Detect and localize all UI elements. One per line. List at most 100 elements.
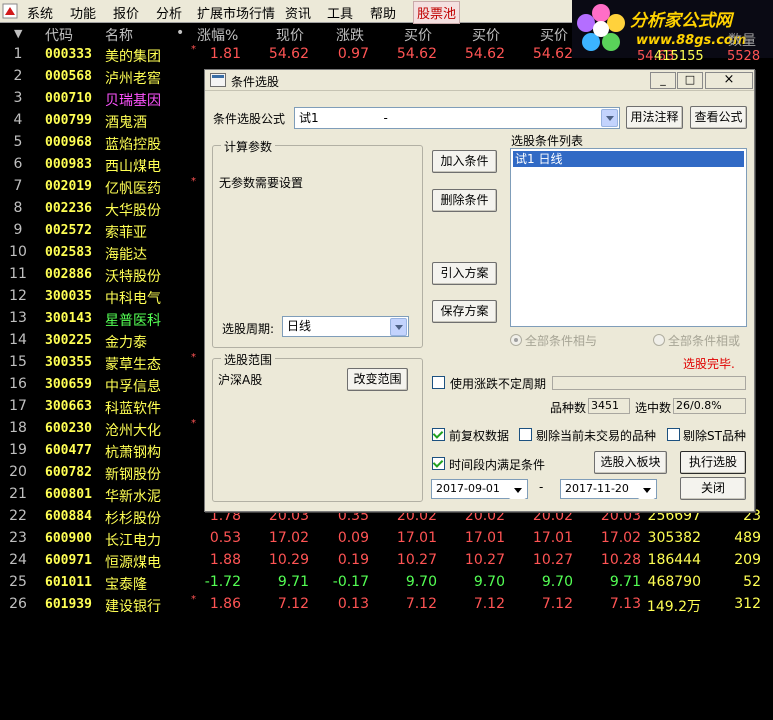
radio-all-or[interactable]	[653, 334, 665, 346]
cell-sell: 9.71	[609, 574, 641, 590]
progress-bar	[552, 376, 746, 390]
condition-list[interactable]: 试1 日线	[510, 148, 747, 327]
menu-info[interactable]: 资讯	[285, 3, 311, 22]
maximize-button[interactable]: □	[677, 72, 703, 89]
stock-name: 华新水泥	[105, 489, 161, 505]
window-icon	[210, 73, 226, 87]
header-code[interactable]: 代码	[45, 25, 73, 45]
header-pct[interactable]: 涨幅%	[197, 25, 238, 45]
header-bid[interactable]: 买价	[404, 25, 432, 45]
row-mark: *	[191, 176, 196, 187]
stock-name: 沧州大化	[105, 423, 161, 439]
stock-name: 中科电气	[105, 291, 161, 307]
run-selection-button[interactable]: 执行选股	[680, 451, 746, 474]
selected-label: 选中数	[635, 401, 672, 415]
cell-chg: 0.09	[337, 530, 369, 546]
delete-condition-button[interactable]: 删除条件	[432, 189, 497, 212]
stock-code: 600477	[45, 443, 92, 458]
header-name[interactable]: 名称	[105, 25, 133, 45]
preadjust-checkbox[interactable]	[432, 428, 445, 441]
sort-arrow-icon[interactable]: ▼	[14, 27, 22, 40]
row-number: 22	[9, 508, 27, 524]
cell-pct: 1.81	[209, 46, 241, 62]
close-window-button[interactable]: ×	[705, 72, 753, 89]
app-logo-icon	[2, 3, 18, 19]
formula-select[interactable]: 试1 -	[294, 107, 620, 129]
cell-ask: 54.62	[464, 46, 505, 62]
stock-code: 600230	[45, 421, 92, 436]
condition-select-dialog: 条件选股 _ □ × 条件选股公式 试1 - 用法注释 查看公式 计算参数 无参…	[204, 69, 755, 512]
stock-name: 建设银行	[105, 599, 161, 615]
dialog-title: 条件选股	[231, 75, 280, 89]
close-button[interactable]: 关闭	[680, 477, 746, 500]
stock-name: 索菲亚	[105, 225, 147, 241]
stock-name: 泸州老窖	[105, 71, 161, 87]
cell-chg: 0.13	[337, 596, 369, 612]
uncertain-period-checkbox[interactable]	[432, 376, 445, 389]
stock-code: 300225	[45, 333, 92, 348]
menu-extended-market[interactable]: 扩展市场行情	[197, 3, 275, 22]
row-number: 9	[13, 222, 23, 238]
cell-bid: 9.70	[405, 574, 437, 590]
table-row[interactable]: 25 601011 宝泰隆 -1.72 9.71 -0.17 9.70 9.70 9.70 9.7…	[0, 572, 773, 594]
header-change[interactable]: 涨跌	[336, 25, 364, 45]
date-to-picker[interactable]: 2017-11-20	[560, 479, 657, 499]
count-field: 3451	[588, 398, 630, 414]
menu-analysis[interactable]: 分析	[156, 3, 182, 22]
change-range-button[interactable]: 改变范围	[347, 368, 408, 391]
usage-note-button[interactable]: 用法注释	[626, 106, 683, 129]
menu-quote[interactable]: 报价	[113, 3, 139, 22]
table-row[interactable]: 26 601939 建设银行 * 1.86 7.12 0.13 7.12 7.12 7.12 7.1…	[0, 594, 773, 616]
header-ask[interactable]: 买价	[472, 25, 500, 45]
menu-system[interactable]: 系统	[27, 3, 53, 22]
range-group-title: 选股范围	[221, 351, 276, 368]
chevron-down-icon[interactable]	[638, 481, 655, 499]
add-to-board-button[interactable]: 选股入板块	[594, 451, 667, 474]
cell-pct: 1.86	[209, 596, 241, 612]
period-select[interactable]: 日线	[282, 316, 409, 337]
stock-code: 600971	[45, 553, 92, 568]
exclude-st-checkbox[interactable]	[667, 428, 680, 441]
save-plan-button[interactable]: 保存方案	[432, 300, 497, 323]
view-formula-button[interactable]: 查看公式	[690, 106, 747, 129]
stock-name: 恒源煤电	[105, 555, 161, 571]
table-row[interactable]: 23 600900 长江电力 0.53 17.02 0.09 17.01 17.01 17.01…	[0, 528, 773, 550]
table-row[interactable]: 24 600971 恒源煤电 1.88 10.29 0.19 10.27 10.27 10.27…	[0, 550, 773, 572]
menu-function[interactable]: 功能	[70, 3, 96, 22]
row-number: 4	[13, 112, 23, 128]
condition-list-title: 选股条件列表	[511, 134, 584, 148]
stock-code: 601011	[45, 575, 92, 590]
menu-stock-pool[interactable]: 股票池	[413, 1, 461, 24]
import-plan-button[interactable]: 引入方案	[432, 262, 497, 285]
row-number: 24	[9, 552, 27, 568]
stock-name: 大华股份	[105, 203, 161, 219]
add-condition-button[interactable]: 加入条件	[432, 150, 497, 173]
stock-code: 000968	[45, 135, 92, 150]
stock-name: 酒鬼酒	[105, 115, 147, 131]
stock-code: 002583	[45, 245, 92, 260]
header-ask2[interactable]: 买价	[540, 25, 568, 45]
row-number: 21	[9, 486, 27, 502]
dialog-titlebar[interactable]: 条件选股 _ □ ×	[205, 70, 754, 91]
stock-code: 300143	[45, 311, 92, 326]
row-number: 5	[13, 134, 23, 150]
chevron-down-icon[interactable]	[509, 481, 526, 499]
stock-code: 300663	[45, 399, 92, 414]
date-from-picker[interactable]: 2017-09-01	[431, 479, 528, 499]
header-price[interactable]: 现价	[276, 25, 304, 45]
chevron-down-icon[interactable]	[390, 318, 407, 336]
menu-tools[interactable]: 工具	[327, 3, 353, 22]
timerange-checkbox[interactable]	[432, 457, 445, 470]
table-row[interactable]: 1 000333 美的集团 * 1.81 54.62 0.97 54.62 54.62 54.62	[0, 44, 773, 66]
list-item[interactable]: 试1 日线	[513, 151, 744, 167]
params-group: 计算参数 无参数需要设置 选股周期: 日线	[212, 138, 423, 348]
exclude-untraded-checkbox[interactable]	[519, 428, 532, 441]
chevron-down-icon[interactable]	[601, 109, 618, 127]
menu-help[interactable]: 帮助	[370, 3, 396, 22]
cell-bid: 7.12	[405, 596, 437, 612]
stock-name: 杭萧钢构	[105, 445, 161, 461]
radio-all-and[interactable]	[510, 334, 522, 346]
minimize-button[interactable]: _	[650, 72, 676, 89]
cell-price: 7.12	[277, 596, 309, 612]
row-number: 23	[9, 530, 27, 546]
